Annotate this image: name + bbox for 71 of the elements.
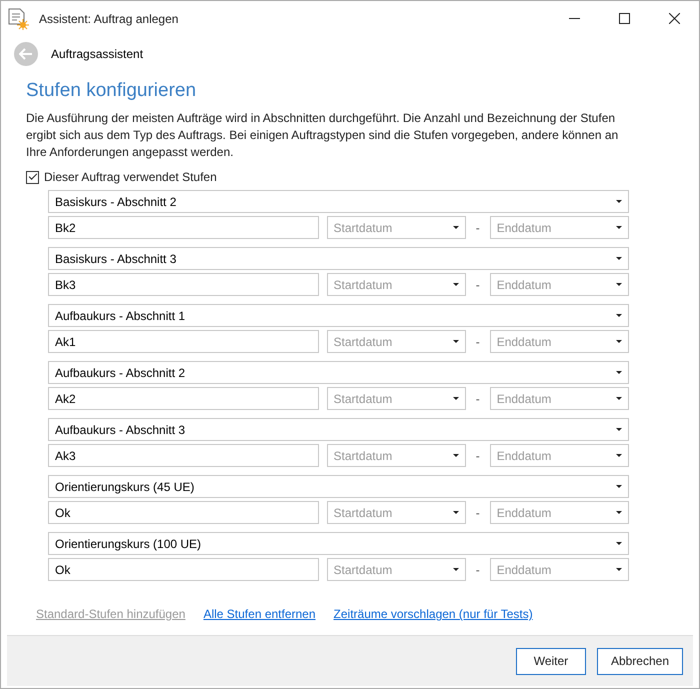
caret-icon xyxy=(616,428,622,431)
checkbox-label: Dieser Auftrag verwendet Stufen xyxy=(44,170,217,184)
stage-name-field[interactable]: Ak2 xyxy=(48,387,319,410)
caret-icon xyxy=(616,568,622,571)
stage-type-dropdown[interactable]: Basiskurs - Abschnitt 3 xyxy=(48,247,629,270)
start-date-dropdown[interactable]: Startdatum xyxy=(326,501,466,524)
checkbox[interactable] xyxy=(26,170,39,184)
back-arrow-icon xyxy=(19,48,33,60)
start-date-dropdown[interactable]: Startdatum xyxy=(326,558,466,581)
stage-type-dropdown[interactable]: Aufbaukurs - Abschnitt 1 xyxy=(48,304,629,327)
caret-icon xyxy=(616,397,622,400)
end-date-dropdown[interactable]: Enddatum xyxy=(490,330,629,353)
stage-type-dropdown[interactable]: Orientierungskurs (100 UE) xyxy=(48,532,629,555)
page-heading: Stufen konfigurieren xyxy=(26,80,198,102)
stage-type-dropdown[interactable]: Aufbaukurs - Abschnitt 2 xyxy=(48,361,629,384)
end-date-dropdown[interactable]: Enddatum xyxy=(490,273,629,296)
start-date-dropdown[interactable]: Startdatum xyxy=(326,444,466,467)
date-separator: - xyxy=(474,334,481,348)
start-date-dropdown[interactable]: Startdatum xyxy=(326,273,466,296)
caret-icon xyxy=(616,257,622,260)
stage-name-field[interactable]: Ak1 xyxy=(48,330,319,353)
stage-name-field[interactable]: Bk2 xyxy=(48,216,319,239)
wizard-title: Auftragsassistent xyxy=(51,47,144,61)
start-date-dropdown[interactable]: Startdatum xyxy=(326,330,466,353)
stage-name-field[interactable]: Ok xyxy=(48,558,319,581)
maximize-icon xyxy=(618,13,630,24)
stage-type-dropdown[interactable]: Aufbaukurs - Abschnitt 3 xyxy=(48,418,629,441)
end-date-dropdown[interactable]: Enddatum xyxy=(490,501,629,524)
caret-icon xyxy=(452,568,459,571)
end-date-dropdown[interactable]: Enddatum xyxy=(490,558,629,581)
caret-icon xyxy=(616,511,622,514)
description-text: Die Ausführung der meisten Aufträge wird in Abschnitten durchgeführt. Die Anzahl und Bezeichnung der Stufen ergibt sich aus dem Typ des Auftrags. Bei einigen Auftragstypen sind die Stufen vorgegeben, andere können an Ihre Anforderungen angepasst werden. xyxy=(26,110,620,161)
end-date-dropdown[interactable]: Enddatum xyxy=(490,387,629,410)
document-icon xyxy=(7,8,29,30)
date-separator: - xyxy=(474,392,481,406)
close-icon xyxy=(668,13,680,24)
caret-icon xyxy=(452,226,459,229)
stage-name-field[interactable]: Bk3 xyxy=(48,273,319,296)
caret-icon xyxy=(616,542,622,545)
caret-icon xyxy=(452,454,459,457)
window-title: Assistent: Auftrag anlegen xyxy=(39,12,180,26)
caret-icon xyxy=(616,283,622,286)
caret-icon xyxy=(616,454,622,457)
stage-type-dropdown[interactable]: Basiskurs - Abschnitt 2 xyxy=(48,190,629,213)
date-separator: - xyxy=(474,562,481,576)
action-link[interactable]: Alle Stufen entfernen xyxy=(203,607,316,621)
caret-icon xyxy=(452,283,459,286)
next-button[interactable]: Weiter xyxy=(516,648,586,674)
caret-icon xyxy=(616,485,622,488)
caret-icon xyxy=(616,340,622,343)
caret-icon xyxy=(452,397,459,400)
stage-name-field[interactable]: Ok xyxy=(48,501,319,524)
start-date-dropdown[interactable]: Startdatum xyxy=(326,216,466,239)
caret-icon xyxy=(452,511,459,514)
caret-icon xyxy=(616,314,622,317)
back-button[interactable] xyxy=(14,42,38,66)
start-date-dropdown[interactable]: Startdatum xyxy=(326,387,466,410)
caret-icon xyxy=(616,226,622,229)
end-date-dropdown[interactable]: Enddatum xyxy=(490,216,629,239)
cancel-button[interactable]: Abbrechen xyxy=(596,648,683,674)
action-link[interactable]: Zeiträume vorschlagen (nur für Tests) xyxy=(334,607,533,621)
date-separator: - xyxy=(474,220,481,234)
caret-icon xyxy=(616,371,622,374)
date-separator: - xyxy=(474,506,481,520)
caret-icon xyxy=(452,340,459,343)
caret-icon xyxy=(616,200,622,203)
stage-name-field[interactable]: Ak3 xyxy=(48,444,319,467)
stage-type-dropdown[interactable]: Orientierungskurs (45 UE) xyxy=(48,475,629,498)
date-separator: - xyxy=(474,278,481,292)
end-date-dropdown[interactable]: Enddatum xyxy=(490,444,629,467)
date-separator: - xyxy=(474,448,481,462)
